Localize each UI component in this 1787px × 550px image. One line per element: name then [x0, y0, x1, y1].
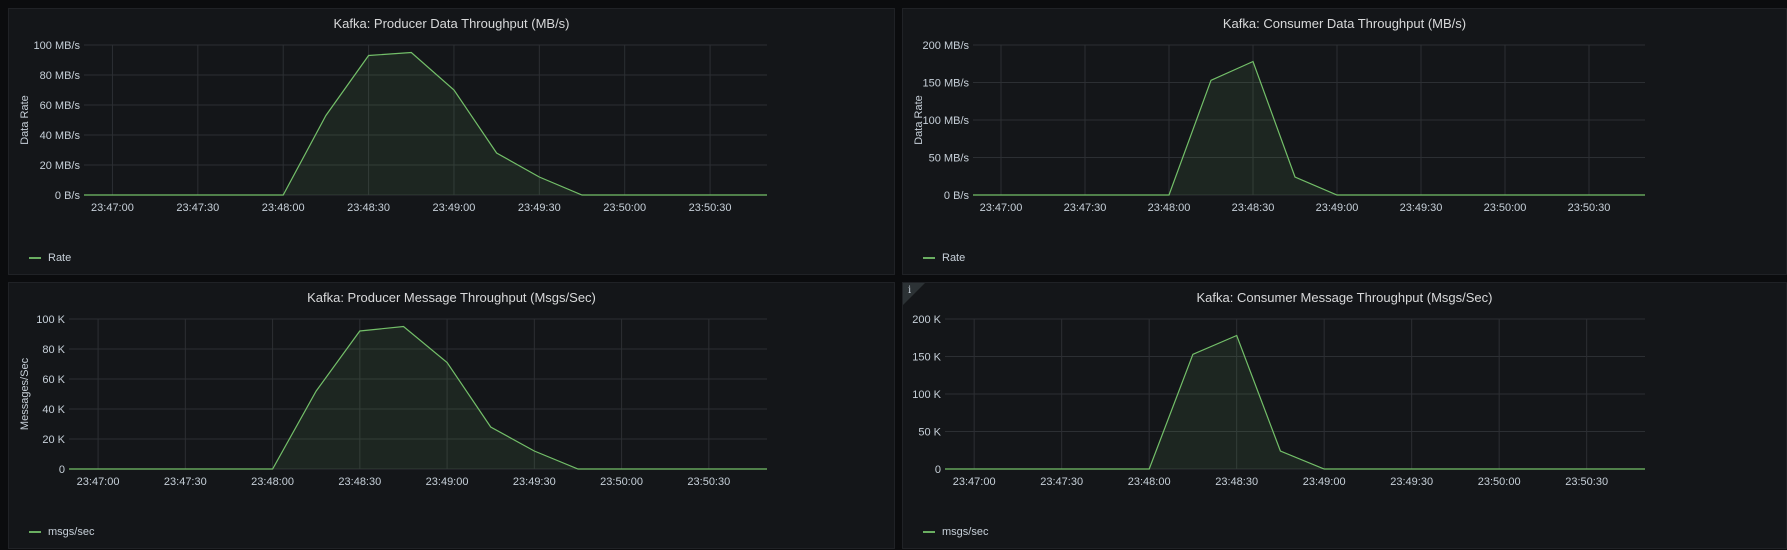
y-tick-label: 40 MB/s [40, 130, 81, 142]
y-tick-label: 100 MB/s [923, 115, 970, 127]
y-axis-label: Data Rate [19, 95, 31, 145]
x-tick-label: 23:49:30 [513, 476, 556, 488]
consumer-message-throughput-chart: 0 50 K 100 K 150 K 200 K 23:47:00 23:47:30 23:4… [912, 314, 1645, 488]
y-tick-label: 200 K [912, 314, 941, 326]
legend-label[interactable]: Rate [48, 252, 71, 264]
legend[interactable]: Rate [29, 252, 71, 264]
legend-label[interactable]: msgs/sec [942, 526, 988, 538]
x-tick-label: 23:49:30 [518, 202, 561, 214]
producer-data-throughput-chart: 0 B/s 20 MB/s 40 MB/s 60 MB/s 80 MB/s 100 MB/… [19, 40, 767, 214]
y-tick-label: 20 K [42, 434, 65, 446]
x-tick-label: 23:48:30 [338, 476, 381, 488]
legend[interactable]: Rate [923, 252, 965, 264]
producer-message-throughput-chart: 0 20 K 40 K 60 K 80 K 100 K 23:47:00 23:47:30 23… [19, 314, 767, 488]
y-tick-label: 150 K [912, 352, 941, 364]
y-tick-label: 0 B/s [55, 190, 81, 202]
consumer-data-throughput-chart: 0 B/s 50 MB/s 100 MB/s 150 MB/s 200 MB/s 23:4… [913, 40, 1645, 214]
series-area [973, 61, 1645, 195]
producer-data-throughput-panel: Kafka: Producer Data Throughput (MB/s) 0… [8, 8, 895, 275]
x-tick-label: 23:50:30 [1568, 202, 1611, 214]
legend-swatch [29, 531, 41, 533]
legend-swatch [923, 257, 935, 259]
producer-message-throughput-panel: Kafka: Producer Message Throughput (Msgs… [8, 282, 895, 549]
series-area [69, 326, 767, 469]
x-tick-label: 23:50:00 [600, 476, 643, 488]
legend[interactable]: msgs/sec [29, 526, 94, 538]
series-area [945, 335, 1645, 469]
y-tick-label: 100 K [36, 314, 65, 326]
y-axis-label: Data Rate [913, 95, 925, 145]
x-tick-label: 23:50:00 [1478, 476, 1521, 488]
legend-swatch [29, 257, 41, 259]
x-tick-label: 23:49:00 [426, 476, 469, 488]
x-tick-label: 23:47:00 [980, 202, 1023, 214]
y-axis-label: Messages/Sec [19, 357, 31, 430]
y-tick-label: 40 K [42, 404, 65, 416]
y-tick-label: 100 MB/s [34, 40, 81, 52]
x-tick-label: 23:48:00 [1128, 476, 1171, 488]
x-tick-label: 23:48:00 [262, 202, 305, 214]
x-tick-label: 23:48:30 [1232, 202, 1275, 214]
x-tick-label: 23:47:00 [953, 476, 996, 488]
y-tick-label: 50 MB/s [929, 153, 970, 165]
consumer-message-throughput-panel: i Kafka: Consumer Message Throughput (Ms… [902, 282, 1787, 549]
x-tick-label: 23:49:00 [433, 202, 476, 214]
x-tick-label: 23:50:30 [687, 476, 730, 488]
y-tick-label: 0 [59, 464, 65, 476]
x-tick-label: 23:48:30 [1215, 476, 1258, 488]
x-tick-label: 23:50:30 [1565, 476, 1608, 488]
legend[interactable]: msgs/sec [923, 526, 988, 538]
y-tick-label: 50 K [918, 427, 941, 439]
x-tick-label: 23:48:00 [251, 476, 294, 488]
x-tick-label: 23:47:30 [1064, 202, 1107, 214]
series-line[interactable] [945, 334, 1645, 470]
x-tick-label: 23:50:30 [689, 202, 732, 214]
y-tick-label: 0 [935, 464, 941, 476]
y-tick-label: 100 K [912, 389, 941, 401]
x-tick-label: 23:50:00 [603, 202, 646, 214]
x-tick-label: 23:47:30 [176, 202, 219, 214]
legend-label[interactable]: msgs/sec [48, 526, 94, 538]
x-tick-label: 23:47:30 [164, 476, 207, 488]
x-tick-label: 23:49:00 [1316, 202, 1359, 214]
y-tick-label: 150 MB/s [923, 78, 970, 90]
legend-label[interactable]: Rate [942, 252, 965, 264]
y-tick-label: 0 B/s [944, 190, 970, 202]
consumer-data-throughput-panel: Kafka: Consumer Data Throughput (MB/s) 0… [902, 8, 1787, 275]
x-tick-label: 23:50:00 [1484, 202, 1527, 214]
series-area [84, 52, 767, 195]
y-tick-label: 80 K [42, 344, 65, 356]
x-tick-label: 23:47:00 [91, 202, 134, 214]
x-tick-label: 23:48:00 [1148, 202, 1191, 214]
x-tick-label: 23:47:30 [1040, 476, 1083, 488]
x-tick-label: 23:49:00 [1303, 476, 1346, 488]
y-tick-label: 200 MB/s [923, 40, 970, 52]
x-tick-label: 23:49:30 [1400, 202, 1443, 214]
x-tick-label: 23:49:30 [1390, 476, 1433, 488]
y-tick-label: 60 K [42, 374, 65, 386]
y-tick-label: 60 MB/s [40, 100, 81, 112]
legend-swatch [923, 531, 935, 533]
x-tick-label: 23:47:00 [77, 476, 120, 488]
x-tick-label: 23:48:30 [347, 202, 390, 214]
y-tick-label: 20 MB/s [40, 160, 81, 172]
y-tick-label: 80 MB/s [40, 70, 81, 82]
series-line[interactable] [973, 60, 1645, 196]
